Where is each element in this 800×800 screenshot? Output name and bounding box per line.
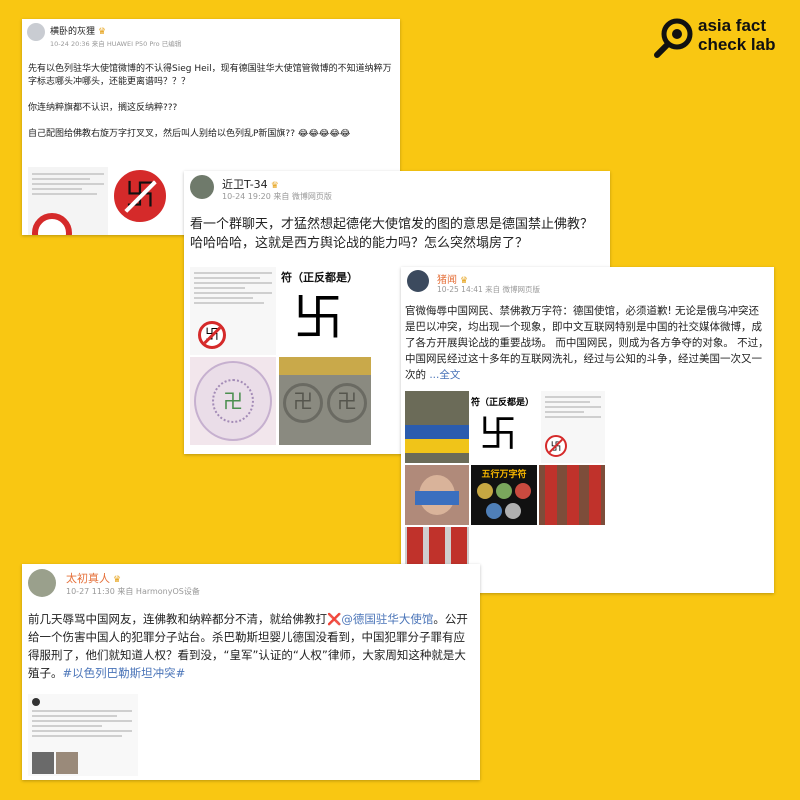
asia-fact-check-lab-logo: asia fact check lab [652, 14, 792, 60]
prohibition-icon: 卐 [545, 435, 567, 457]
post-paragraph-1: 先有以色列驻华大使馆微博的不认得Sieg Heil，现有德国驻华大使馆管微博的不… [28, 64, 392, 87]
username[interactable]: 太初真人 ♛ [66, 570, 121, 586]
post-image-mandala[interactable]: 卍 [190, 357, 276, 445]
swastika-icon: 卐 [293, 289, 343, 347]
post-image-stone-carving[interactable]: 卍 卍 [279, 357, 371, 445]
post-meta: 10-25 14:41 来自 微博网页版 [437, 285, 541, 294]
post-paragraph-3: 自己配图给佛教右旋万字打叉叉，然后叫人别给以色列乱P新国旗?? 😂😂😂😂😂 [28, 129, 351, 139]
hashtag-link[interactable]: #以色列巴勒斯坦冲突# [63, 666, 186, 680]
cross-mark-icon: ❌ [327, 612, 342, 626]
logo-line1: asia fact [698, 16, 767, 35]
logo-line2: check lab [698, 35, 776, 54]
post-body: 官微侮辱中国网民、禁佛教万字符：德国使馆，必须道歉! 无论是俄乌冲突还是巴以冲突… [405, 303, 769, 383]
username-text: 近卫T-34 [222, 178, 268, 191]
post-image-swastika[interactable]: 符（正反都是） 卐 [279, 267, 371, 355]
swastika-icon: 卍 [337, 389, 357, 413]
username[interactable]: 近卫T-34 ♛ [222, 176, 279, 192]
avatar[interactable] [28, 569, 56, 597]
crown-icon: ♛ [113, 575, 122, 585]
post-image-rally[interactable] [539, 465, 605, 525]
post-paragraph-2: 你连纳粹旗都不认识，搁这反纳粹??? [28, 103, 178, 113]
avatar[interactable] [407, 270, 429, 292]
post-image-crossed-swastika[interactable]: 卐 [108, 167, 170, 235]
image-caption: 符（正反都是） [471, 398, 535, 408]
post-image-screenshot[interactable]: 卐 [541, 391, 605, 463]
post-text-1: 前几天辱骂中国网友，连佛教和纳粹都分不清，就给佛教打 [28, 612, 327, 626]
prohibition-icon: 卐 [198, 321, 226, 349]
image-caption: 符（正反都是） [281, 271, 358, 284]
post-meta: 10-27 11:30 来自 HarmonyOS设备 [66, 587, 200, 596]
crown-icon: ♛ [98, 27, 107, 37]
image-caption: 五行万字符 [481, 470, 527, 480]
username-text: 太初真人 [66, 572, 110, 585]
post-body: 先有以色列驻华大使馆微博的不认得Sieg Heil，现有德国驻华大使馆管微博的不… [28, 63, 394, 141]
username[interactable]: 横卧的灰狸 ♛ [50, 24, 106, 37]
post-body: 看一个群聊天，才猛然想起德佬大使馆发的图的意思是德国禁止佛教？哈哈哈哈，这就是西… [190, 217, 594, 251]
post-image-screenshot[interactable] [28, 694, 138, 776]
avatar[interactable] [27, 23, 45, 41]
swastika-icon: 卐 [479, 412, 518, 456]
avatar[interactable] [190, 175, 214, 199]
post-meta: 10-24 20:36 来自 HUAWEI P50 Pro 已编辑 [50, 40, 182, 48]
post-image-five-elements[interactable]: 五行万字符 [471, 465, 537, 525]
post-image-screenshot[interactable]: 卐 [190, 267, 276, 355]
post-card-4: 太初真人 ♛ 10-27 11:30 来自 HarmonyOS设备 前几天辱骂中国… [22, 564, 480, 780]
read-more-link[interactable]: ...全文 [429, 369, 460, 381]
post-meta: 10-24 19:20 来自 微博网页版 [222, 192, 332, 201]
post-image-soldiers-flag[interactable] [405, 391, 469, 463]
post-image-covered-face[interactable] [405, 465, 469, 525]
post-image-screenshot[interactable] [28, 167, 108, 235]
swastika-icon: 卍 [223, 389, 243, 413]
username-text: 横卧的灰狸 [50, 27, 96, 37]
mention-link[interactable]: @德国驻华大使馆 [341, 612, 433, 626]
post-body: 前几天辱骂中国网友，连佛教和纳粹都分不清，就给佛教打❌@德国驻华大使馆。公开给一… [28, 610, 472, 682]
logo-text: asia fact check lab [698, 16, 776, 54]
post-card-3: 猪闻 ♛ 10-25 14:41 来自 微博网页版 官微侮辱中国网民、禁佛教万字符… [401, 267, 774, 593]
crown-icon: ♛ [270, 181, 279, 191]
magnifier-icon [654, 18, 693, 58]
prohibition-icon: 卐 [114, 170, 166, 222]
swastika-icon: 卍 [293, 389, 313, 413]
post-image-swastika[interactable]: 符（正反都是） 卐 [471, 391, 539, 463]
